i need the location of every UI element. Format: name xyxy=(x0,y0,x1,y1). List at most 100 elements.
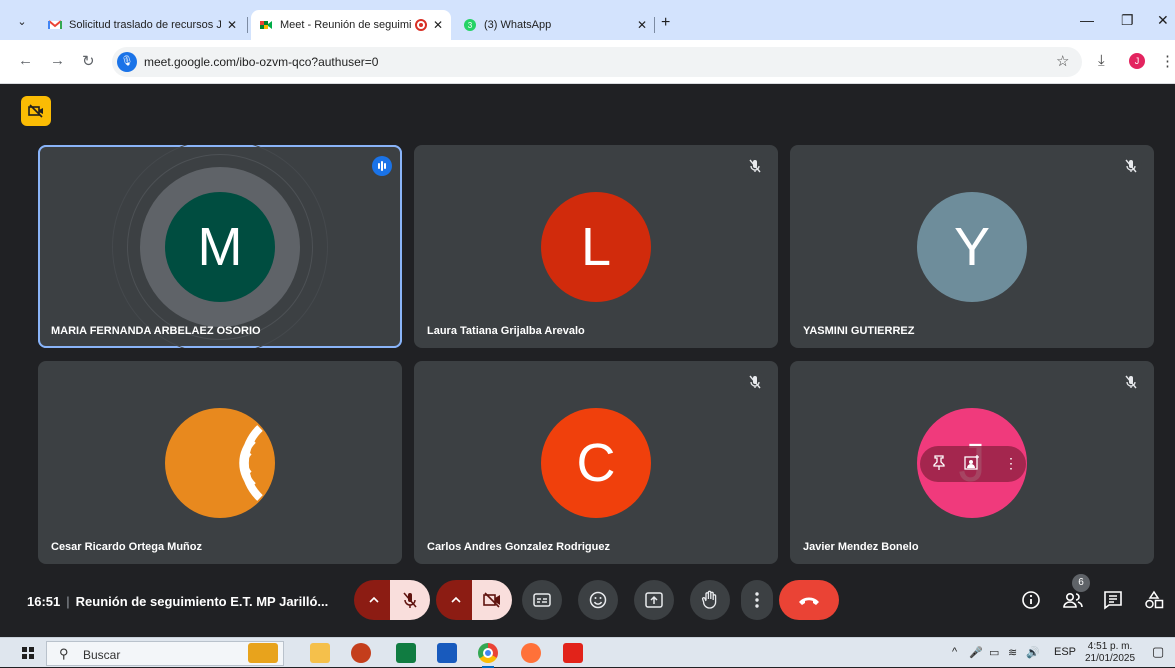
file-explorer-icon[interactable] xyxy=(310,643,330,663)
acrobat-reader-icon[interactable] xyxy=(563,643,583,663)
browser-menu-icon[interactable]: ⋮ xyxy=(1160,52,1175,70)
participant-tile[interactable]: L Laura Tatiana Grijalba Arevalo xyxy=(414,145,778,348)
taskbar-date: 21/01/2025 xyxy=(1085,653,1136,664)
chevron-up-icon xyxy=(451,596,461,603)
raise-hand-icon xyxy=(701,590,717,609)
battery-icon[interactable]: ▭ xyxy=(989,646,999,659)
participant-tile[interactable]: J ⋮ Javier Mendez Bonelo xyxy=(790,361,1154,564)
url-text: meet.google.com/ibo-ozvm-qco?authuser=0 xyxy=(144,55,379,69)
address-bar[interactable]: 🎙 meet.google.com/ibo-ozvm-qco?authuser=… xyxy=(112,47,1082,77)
tab-meet[interactable]: Meet - Reunión de seguimie ✕ xyxy=(251,10,451,40)
whatsapp-icon: 3 xyxy=(464,19,476,31)
people-icon xyxy=(1063,592,1083,608)
restore-button[interactable]: ❐ xyxy=(1121,12,1134,29)
present-screen-button[interactable] xyxy=(634,580,674,620)
camera-toggle-button[interactable] xyxy=(472,580,512,620)
google-meet-icon xyxy=(260,21,272,29)
captions-button[interactable] xyxy=(522,580,562,620)
powerpoint-icon[interactable] xyxy=(351,643,371,663)
gmail-icon xyxy=(48,20,62,29)
chat-button[interactable] xyxy=(1103,590,1123,615)
mic-off-icon xyxy=(744,155,766,177)
pin-icon[interactable] xyxy=(932,455,946,474)
participant-tile[interactable]: M MARIA FERNANDA ARBELAEZ OSORIO xyxy=(38,145,402,348)
emoji-icon xyxy=(589,591,607,609)
camera-off-icon xyxy=(483,592,500,608)
tab-title: Solicitud traslado de recursos Ja xyxy=(69,19,221,31)
microphone-tray-icon[interactable]: 🎤 xyxy=(969,646,983,659)
tab-search-chevron-icon[interactable]: ⌄ xyxy=(12,12,32,32)
bookmark-star-icon[interactable]: ☆ xyxy=(1056,52,1069,70)
meeting-clock: 16:51 xyxy=(27,594,61,609)
back-arrow-icon[interactable]: ← xyxy=(18,52,33,69)
meeting-details-button[interactable] xyxy=(1021,590,1041,615)
raise-hand-button[interactable] xyxy=(690,580,730,620)
reload-icon[interactable]: ↻ xyxy=(82,52,95,70)
meeting-title: Reunión de seguimiento E.T. MP Jarilló..… xyxy=(75,594,329,609)
present-screen-icon xyxy=(645,592,663,608)
tab-divider xyxy=(654,17,655,33)
taskbar-clock[interactable]: 4:51 p. m. 21/01/2025 xyxy=(1085,641,1135,665)
show-hidden-icons-chevron[interactable]: ^ xyxy=(952,646,957,658)
browser-tab-strip: ⌄ Solicitud traslado de recursos Ja ✕ Me… xyxy=(0,0,1175,40)
taskbar-search-placeholder: Buscar xyxy=(83,648,121,662)
word-icon[interactable] xyxy=(437,643,457,663)
input-language[interactable]: ESP xyxy=(1054,646,1076,658)
work-briefcase-icon[interactable] xyxy=(248,643,278,663)
search-icon: ⚲ xyxy=(59,646,69,661)
tab-close-icon[interactable]: ✕ xyxy=(433,18,443,32)
participant-tile[interactable]: Y YASMINI GUTIERREZ xyxy=(790,145,1154,348)
participant-name: YASMINI GUTIERREZ xyxy=(803,325,915,337)
excel-icon[interactable] xyxy=(396,643,416,663)
close-window-button[interactable]: ✕ xyxy=(1157,12,1169,29)
frame-participant-icon[interactable] xyxy=(964,455,980,474)
recording-indicator-icon xyxy=(414,19,427,31)
participant-tile[interactable]: C Carlos Andres Gonzalez Rodriguez xyxy=(414,361,778,564)
leave-call-button[interactable] xyxy=(779,580,839,620)
tab-whatsapp[interactable]: 3 (3) WhatsApp ✕ xyxy=(455,10,655,40)
participant-name: Carlos Andres Gonzalez Rodriguez xyxy=(427,541,610,553)
tab-gmail[interactable]: Solicitud traslado de recursos Ja ✕ xyxy=(40,10,245,40)
chat-icon xyxy=(1104,591,1122,610)
activities-button[interactable] xyxy=(1144,590,1164,615)
forward-arrow-icon[interactable]: → xyxy=(50,52,65,69)
participant-name: Laura Tatiana Grijalba Arevalo xyxy=(427,325,585,337)
participant-name: Javier Mendez Bonelo xyxy=(803,541,919,553)
participant-avatar: L xyxy=(541,192,651,302)
minimize-button[interactable]: — xyxy=(1080,12,1094,28)
tile-hover-actions: ⋮ xyxy=(920,446,1026,482)
participant-tile[interactable]: Cesar Ricardo Ortega Muñoz xyxy=(38,361,402,564)
tab-close-icon[interactable]: ✕ xyxy=(637,18,647,32)
people-button[interactable] xyxy=(1062,590,1084,615)
windows-start-icon[interactable] xyxy=(22,647,34,659)
profile-avatar[interactable]: J xyxy=(1129,53,1145,69)
chrome-icon[interactable] xyxy=(478,643,498,668)
audio-options-button[interactable] xyxy=(354,580,394,620)
activities-shapes-icon xyxy=(1145,590,1164,609)
audio-level-icon xyxy=(372,156,392,176)
new-tab-button[interactable]: + xyxy=(661,14,670,32)
mic-off-icon xyxy=(403,592,417,608)
site-info-icon[interactable]: 🎙 xyxy=(117,52,137,72)
participant-avatar: Y xyxy=(917,192,1027,302)
browser-toolbar: ← → ↻ 🎙 meet.google.com/ibo-ozvm-qco?aut… xyxy=(0,40,1175,84)
tab-close-icon[interactable]: ✕ xyxy=(227,18,237,32)
video-options-button[interactable] xyxy=(436,580,476,620)
meet-stage: M MARIA FERNANDA ARBELAEZ OSORIO L Laura… xyxy=(0,85,1175,637)
mic-off-icon xyxy=(1120,371,1142,393)
participant-avatar-logo xyxy=(165,408,275,518)
meeting-info-separator: | xyxy=(66,594,70,609)
participant-avatar: M xyxy=(165,192,275,302)
download-icon[interactable]: ⤓ xyxy=(1098,52,1105,69)
camera-off-indicator[interactable] xyxy=(21,96,51,126)
firefox-icon[interactable] xyxy=(521,643,541,663)
notifications-icon[interactable]: ▢ xyxy=(1152,644,1164,660)
more-options-button[interactable] xyxy=(741,580,773,620)
participant-name: MARIA FERNANDA ARBELAEZ OSORIO xyxy=(51,325,261,337)
reactions-button[interactable] xyxy=(578,580,618,620)
meeting-info: 16:51 | Reunión de seguimiento E.T. MP Jar… xyxy=(27,594,328,609)
volume-icon[interactable]: 🔊 xyxy=(1026,646,1040,659)
microphone-toggle-button[interactable] xyxy=(390,580,430,620)
wifi-icon[interactable]: ≋ xyxy=(1008,646,1017,659)
more-options-icon[interactable]: ⋮ xyxy=(1004,455,1018,472)
